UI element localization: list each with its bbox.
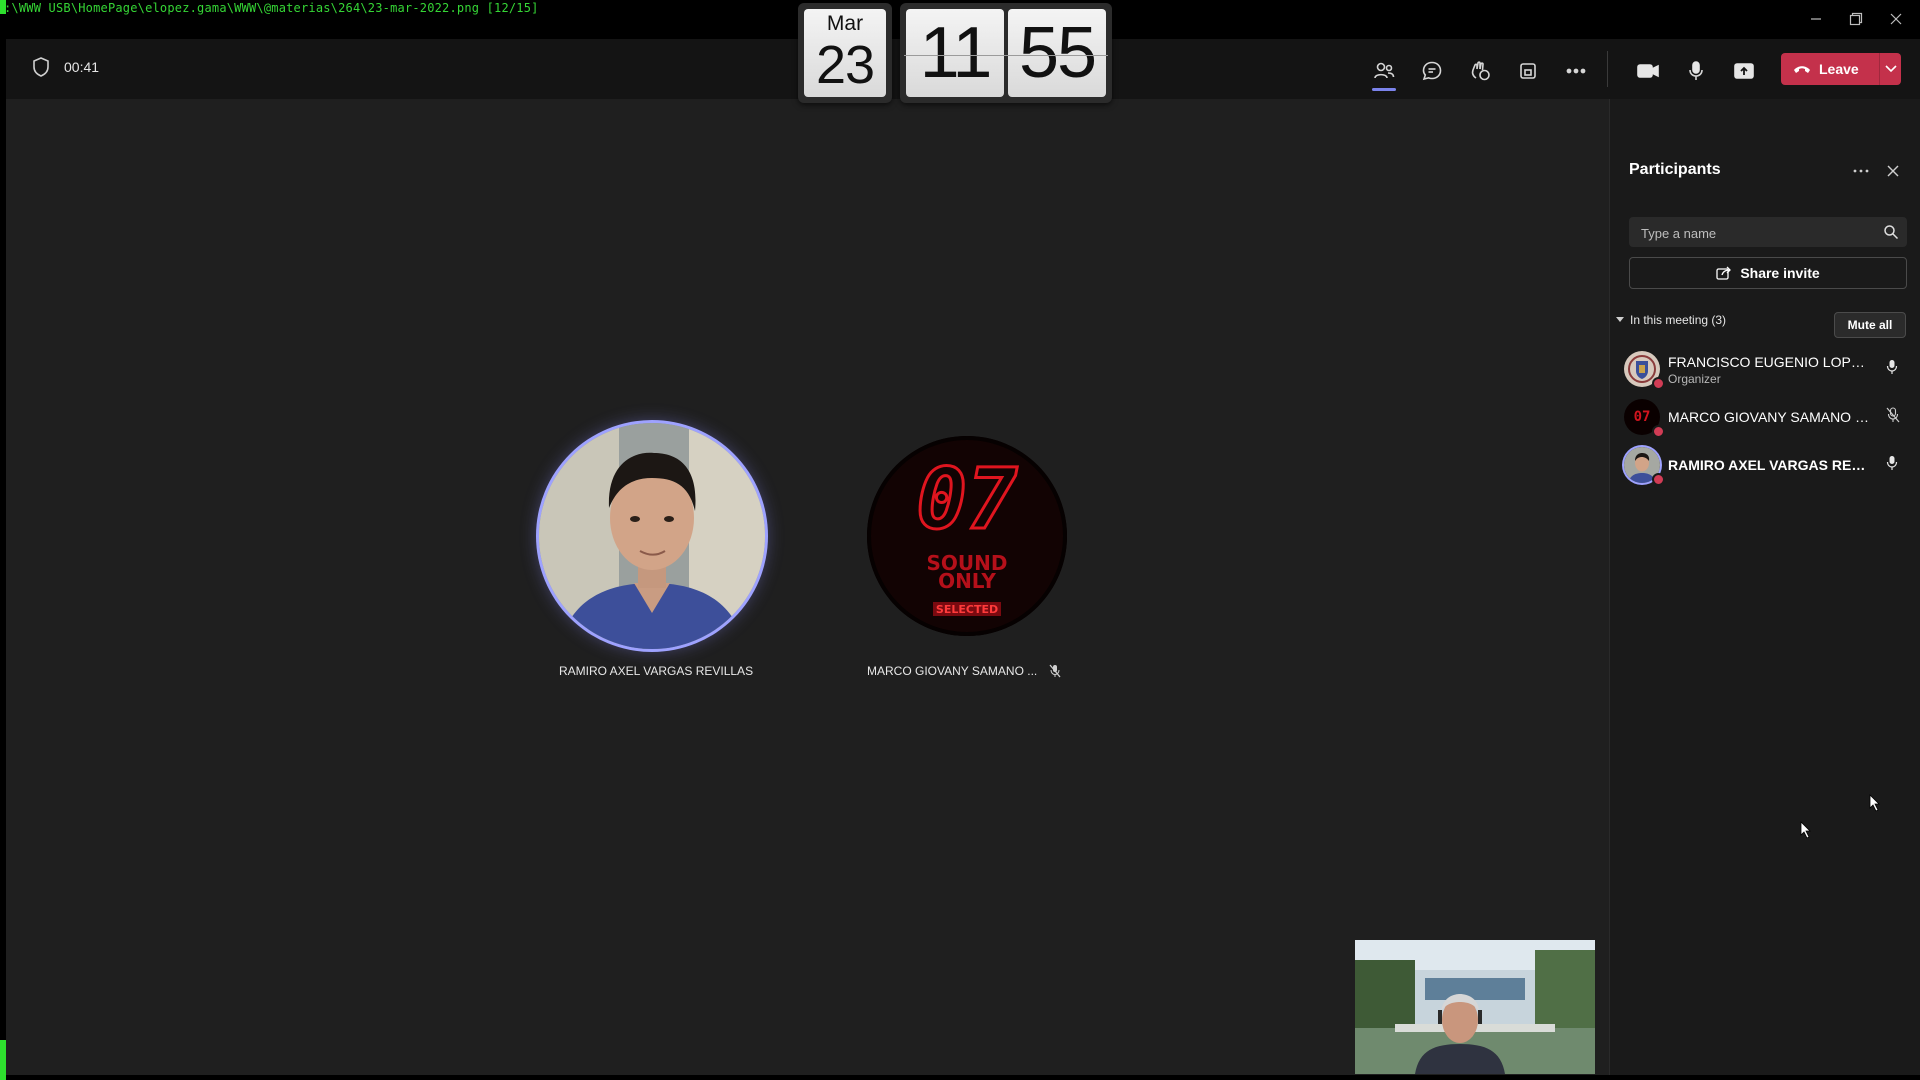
status-dot xyxy=(1652,473,1665,486)
camera-toolbar-button[interactable] xyxy=(1624,51,1672,91)
clock-minute: 55 xyxy=(1008,9,1106,97)
flip-clock-date: Mar 23 xyxy=(798,3,892,103)
participant-name: RAMIRO AXEL VARGAS REVILL... xyxy=(1668,457,1872,473)
participants-panel: Participants Share invite In this meetin… xyxy=(1609,99,1920,1075)
chat-toolbar-button[interactable] xyxy=(1408,51,1456,91)
clock-month: Mar xyxy=(826,12,864,35)
mouse-cursor-icon xyxy=(1800,821,1811,839)
panel-more-button[interactable] xyxy=(1847,157,1875,185)
mute-all-button[interactable]: Mute all xyxy=(1834,312,1906,338)
avatar-text-selected: SELECTED xyxy=(936,603,998,616)
toolbar-separator xyxy=(1607,51,1608,87)
participant-search-input[interactable] xyxy=(1639,217,1873,249)
reactions-toolbar-button[interactable] xyxy=(1456,51,1504,91)
stage-name-ramiro: RAMIRO AXEL VARGAS REVILLAS xyxy=(559,664,754,678)
share-screen-toolbar-button[interactable] xyxy=(1720,51,1768,91)
stage-avatar-ramiro[interactable] xyxy=(539,423,765,649)
search-icon[interactable] xyxy=(1883,224,1899,240)
status-dot xyxy=(1652,425,1665,438)
mic-off-icon xyxy=(1049,664,1061,678)
avatar-text-only: ONLY xyxy=(938,569,996,593)
in-meeting-section-toggle[interactable]: In this meeting (3) xyxy=(1616,313,1726,327)
avatar-text-07: 07 xyxy=(916,450,1018,548)
restore-icon[interactable] xyxy=(1836,6,1876,32)
date-card: Mar 23 xyxy=(804,9,886,97)
clock-hour: 11 xyxy=(906,9,1004,97)
microphone-icon xyxy=(1689,61,1703,80)
share-invite-label: Share invite xyxy=(1740,265,1820,281)
hang-up-icon xyxy=(1794,66,1810,73)
chevron-down-icon xyxy=(1884,65,1897,73)
view-icon xyxy=(1520,63,1536,79)
stage-name-marco: MARCO GIOVANY SAMANO ... xyxy=(867,664,1038,678)
participant-row-francisco[interactable]: FRANCISCO EUGENIO LOPEZ G... Organizer xyxy=(1624,347,1916,391)
stage-avatar-marco[interactable]: 07 SOUND ONLY SELECTED xyxy=(867,436,1067,636)
participants-icon xyxy=(1374,62,1395,79)
leave-main[interactable]: Leave xyxy=(1781,61,1879,77)
shield-icon xyxy=(33,57,49,77)
share-icon xyxy=(1716,266,1732,280)
microphone-toolbar-button[interactable] xyxy=(1672,51,1720,91)
leave-button[interactable]: Leave xyxy=(1781,53,1901,85)
mic-off-icon[interactable] xyxy=(1886,407,1900,423)
leave-options-button[interactable] xyxy=(1880,65,1901,73)
app-window: :\WWW USB\HomePage\elopez.gama\WWW\@mate… xyxy=(0,0,1920,1080)
self-video-frame xyxy=(1355,940,1595,1074)
panel-close-button[interactable] xyxy=(1879,157,1907,185)
panel-title: Participants xyxy=(1629,161,1721,178)
toolbar-right-icons xyxy=(1624,51,1768,91)
window-title-path: :\WWW USB\HomePage\elopez.gama\WWW\@mate… xyxy=(4,1,539,15)
status-dot xyxy=(1652,377,1665,390)
chat-icon xyxy=(1422,61,1442,81)
teams-meeting: 00:41 Leave RAMIRO AXEL VARGAS REVILLAS … xyxy=(6,39,1920,1075)
microphone-icon[interactable] xyxy=(1886,455,1898,471)
flip-divider xyxy=(904,55,1108,56)
participant-name: FRANCISCO EUGENIO LOPEZ G... xyxy=(1668,354,1872,370)
view-toolbar-button[interactable] xyxy=(1504,51,1552,91)
more-actions-button[interactable] xyxy=(1552,51,1600,91)
camera-icon xyxy=(1637,64,1659,78)
svg-text:07: 07 xyxy=(1634,409,1651,425)
participant-name: MARCO GIOVANY SAMANO RA... xyxy=(1668,409,1872,425)
share-invite-button[interactable]: Share invite xyxy=(1629,257,1907,289)
reactions-icon xyxy=(1471,61,1490,81)
meeting-duration: 00:41 xyxy=(64,59,100,75)
participant-search[interactable] xyxy=(1629,217,1907,249)
more-icon xyxy=(1853,169,1869,173)
minimize-icon[interactable] xyxy=(1796,6,1836,32)
share-screen-icon xyxy=(1734,63,1754,79)
in-meeting-section-label: In this meeting (3) xyxy=(1630,313,1727,327)
self-video-preview[interactable] xyxy=(1355,940,1595,1074)
participant-row-ramiro[interactable]: RAMIRO AXEL VARGAS REVILL... xyxy=(1624,443,1916,487)
meeting-timer: 00:41 xyxy=(32,57,99,77)
microphone-icon[interactable] xyxy=(1886,359,1898,375)
marco-sound-only-avatar: 07 SOUND ONLY SELECTED xyxy=(867,436,1067,636)
window-controls xyxy=(1796,6,1916,32)
more-icon xyxy=(1566,68,1586,74)
terminal-marker-bottom xyxy=(0,1040,6,1080)
clock-day: 23 xyxy=(815,35,875,95)
participant-row-marco[interactable]: 07 MARCO GIOVANY SAMANO RA... xyxy=(1624,395,1916,439)
flip-clock-time: 11 55 xyxy=(900,3,1112,103)
toolbar-left-icons xyxy=(1360,51,1600,91)
participant-role: Organizer xyxy=(1668,372,1721,386)
close-window-icon[interactable] xyxy=(1876,6,1916,32)
stage-name-marco-row: MARCO GIOVANY SAMANO ... xyxy=(867,664,1061,678)
chevron-down-icon xyxy=(1616,317,1624,322)
mouse-cursor-icon xyxy=(1869,794,1880,812)
participants-toolbar-button[interactable] xyxy=(1360,51,1408,91)
close-icon xyxy=(1887,165,1899,177)
ramiro-photo xyxy=(539,423,765,649)
leave-label: Leave xyxy=(1819,61,1859,77)
